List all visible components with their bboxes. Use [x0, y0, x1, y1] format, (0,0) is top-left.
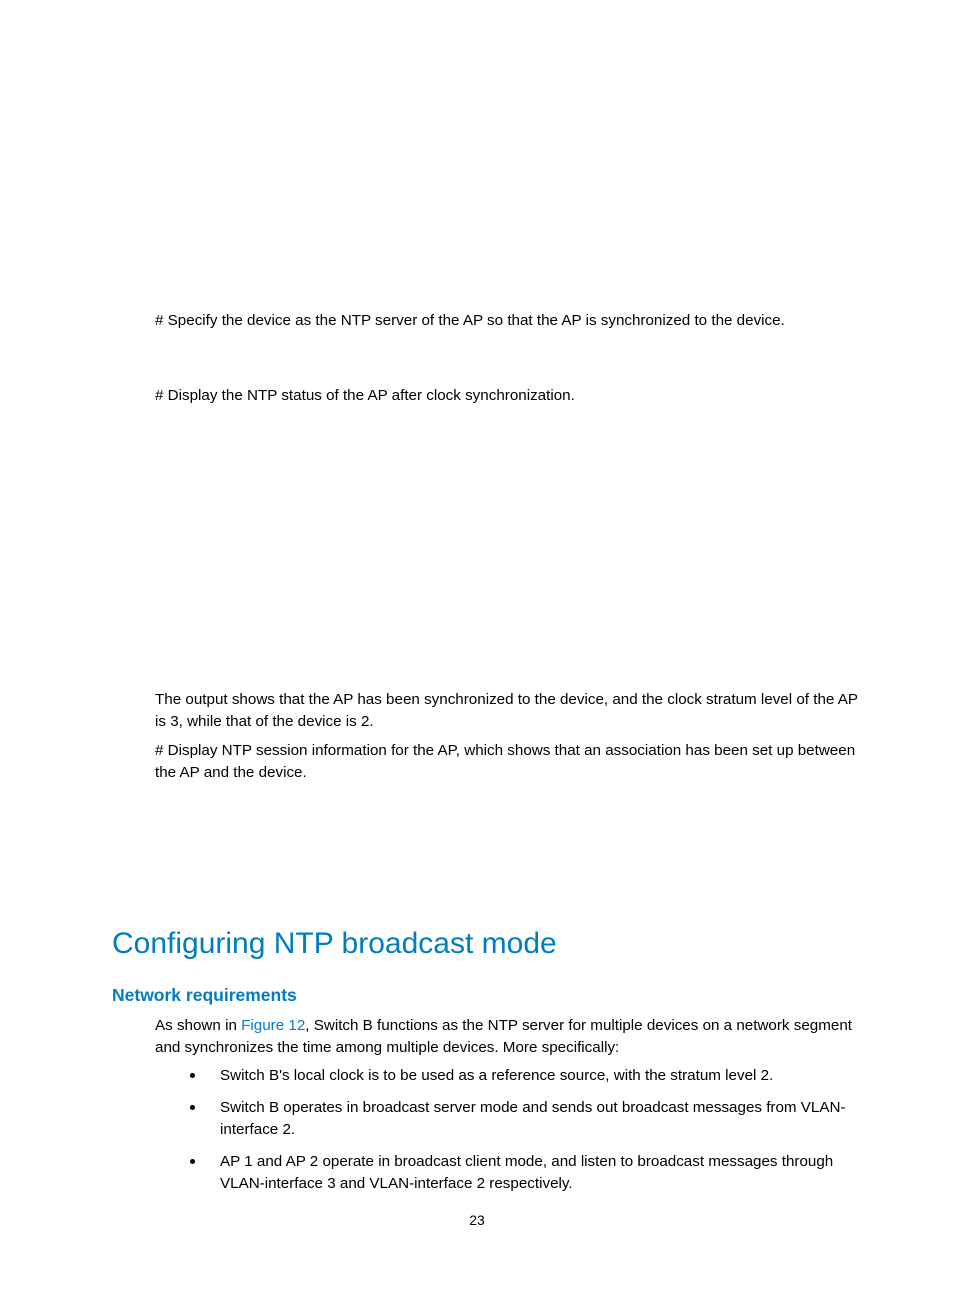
list-item: Switch B's local clock is to be used as … — [190, 1065, 866, 1087]
text-intro-pre: As shown in — [155, 1017, 241, 1034]
paragraph-display-session: # Display NTP session information for th… — [155, 740, 866, 784]
heading-network-requirements: Network requirements — [112, 985, 866, 1006]
paragraph-network-req-intro: As shown in Figure 12, Switch B function… — [155, 1015, 866, 1059]
list-item: Switch B operates in broadcast server mo… — [190, 1097, 866, 1141]
link-figure-12[interactable]: Figure 12 — [241, 1017, 305, 1034]
list-item: AP 1 and AP 2 operate in broadcast clien… — [190, 1151, 866, 1195]
document-page: # Specify the device as the NTP server o… — [0, 0, 954, 1296]
requirements-list: Switch B's local clock is to be used as … — [112, 1065, 866, 1205]
paragraph-sync-output: The output shows that the AP has been sy… — [155, 689, 866, 733]
paragraph-step-display-status: # Display the NTP status of the AP after… — [155, 385, 866, 407]
page-number: 23 — [0, 1212, 954, 1228]
heading-configuring-ntp-broadcast: Configuring NTP broadcast mode — [112, 927, 866, 961]
paragraph-step-specify: # Specify the device as the NTP server o… — [155, 310, 866, 332]
